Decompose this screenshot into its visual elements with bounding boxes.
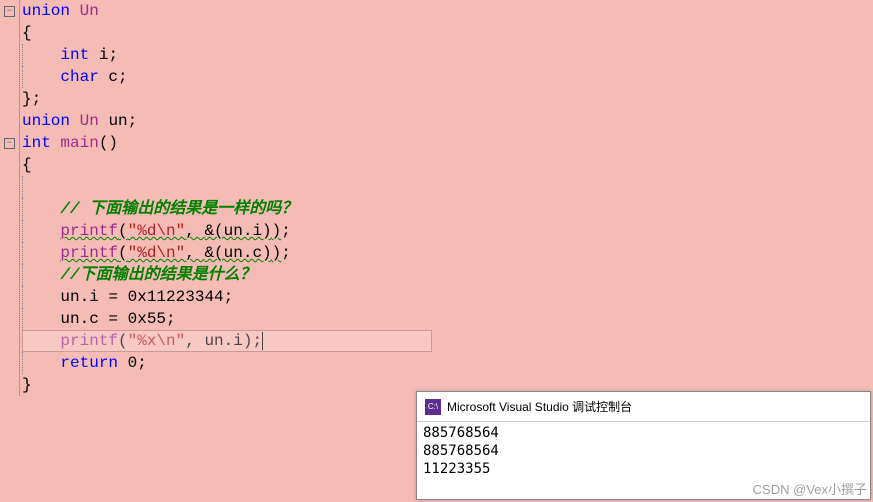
brace: }: [22, 376, 32, 394]
code-line[interactable]: // 下面输出的结果是一样的吗？: [22, 198, 873, 220]
code-line[interactable]: un.i = 0x11223344;: [22, 286, 873, 308]
keyword: int: [60, 46, 89, 64]
function-call: printf: [60, 332, 118, 350]
vs-icon: C:\: [425, 399, 441, 415]
code-line[interactable]: int main(): [22, 132, 873, 154]
identifier: c: [108, 68, 118, 86]
console-title-text: Microsoft Visual Studio 调试控制台: [447, 398, 632, 415]
code-line[interactable]: {: [22, 154, 873, 176]
code-line[interactable]: [22, 176, 873, 198]
code-line[interactable]: return 0;: [22, 352, 873, 374]
minus-icon: −: [4, 6, 15, 17]
watermark: CSDN @Vex小撰子: [753, 479, 867, 498]
brace: };: [22, 90, 41, 108]
identifier: Un: [80, 2, 99, 20]
parens: (): [99, 134, 118, 152]
keyword: char: [60, 68, 98, 86]
console-output[interactable]: 885768564 885768564 11223355: [417, 422, 870, 480]
keyword: return: [60, 354, 118, 372]
expr: un.c: [60, 310, 98, 328]
string: "%d\n": [128, 222, 186, 240]
type: Un: [80, 112, 99, 130]
function-call: printf: [60, 222, 118, 240]
code-line[interactable]: printf("%d\n", &(un.c));: [22, 242, 873, 264]
code-area[interactable]: union Un { int i; char c; }; union Un un…: [20, 0, 873, 396]
brace: {: [22, 24, 32, 42]
fold-toggle[interactable]: −: [0, 0, 19, 22]
expr: &(un.c): [204, 244, 271, 262]
number: 0x11223344: [128, 288, 224, 306]
console-titlebar[interactable]: C:\ Microsoft Visual Studio 调试控制台: [417, 392, 870, 422]
number: 0: [128, 354, 138, 372]
comment: // 下面输出的结果是一样的吗？: [60, 200, 297, 218]
fold-gutter: − −: [0, 0, 20, 396]
code-line[interactable]: printf("%x\n", un.i);: [22, 330, 873, 352]
number: 0x55: [128, 310, 166, 328]
function: main: [60, 134, 98, 152]
keyword: union: [22, 112, 70, 130]
console-line: 885768564: [423, 424, 864, 442]
text-cursor: [262, 332, 263, 350]
identifier: i: [99, 46, 109, 64]
comment: //下面输出的结果是什么？: [60, 266, 255, 284]
code-line[interactable]: printf("%d\n", &(un.i));: [22, 220, 873, 242]
code-line[interactable]: union Un: [22, 0, 873, 22]
expr: un.i: [60, 288, 98, 306]
function-call: printf: [60, 244, 118, 262]
brace: {: [22, 156, 32, 174]
code-line[interactable]: un.c = 0x55;: [22, 308, 873, 330]
code-line[interactable]: union Un un;: [22, 110, 873, 132]
keyword: int: [22, 134, 51, 152]
code-editor[interactable]: − − union Un { int i; char c; }; union U…: [0, 0, 873, 396]
minus-icon: −: [4, 138, 15, 149]
code-line[interactable]: };: [22, 88, 873, 110]
code-line[interactable]: {: [22, 22, 873, 44]
console-line: 885768564: [423, 442, 864, 460]
identifier: un: [108, 112, 127, 130]
code-line[interactable]: //下面输出的结果是什么？: [22, 264, 873, 286]
string: "%x\n": [128, 332, 186, 350]
expr: &(un.i): [204, 222, 271, 240]
string: "%d\n": [128, 244, 186, 262]
console-line: 11223355: [423, 460, 864, 478]
code-line[interactable]: char c;: [22, 66, 873, 88]
code-line[interactable]: int i;: [22, 44, 873, 66]
keyword: union: [22, 2, 70, 20]
expr: un.i: [204, 332, 242, 350]
fold-toggle[interactable]: −: [0, 132, 19, 154]
